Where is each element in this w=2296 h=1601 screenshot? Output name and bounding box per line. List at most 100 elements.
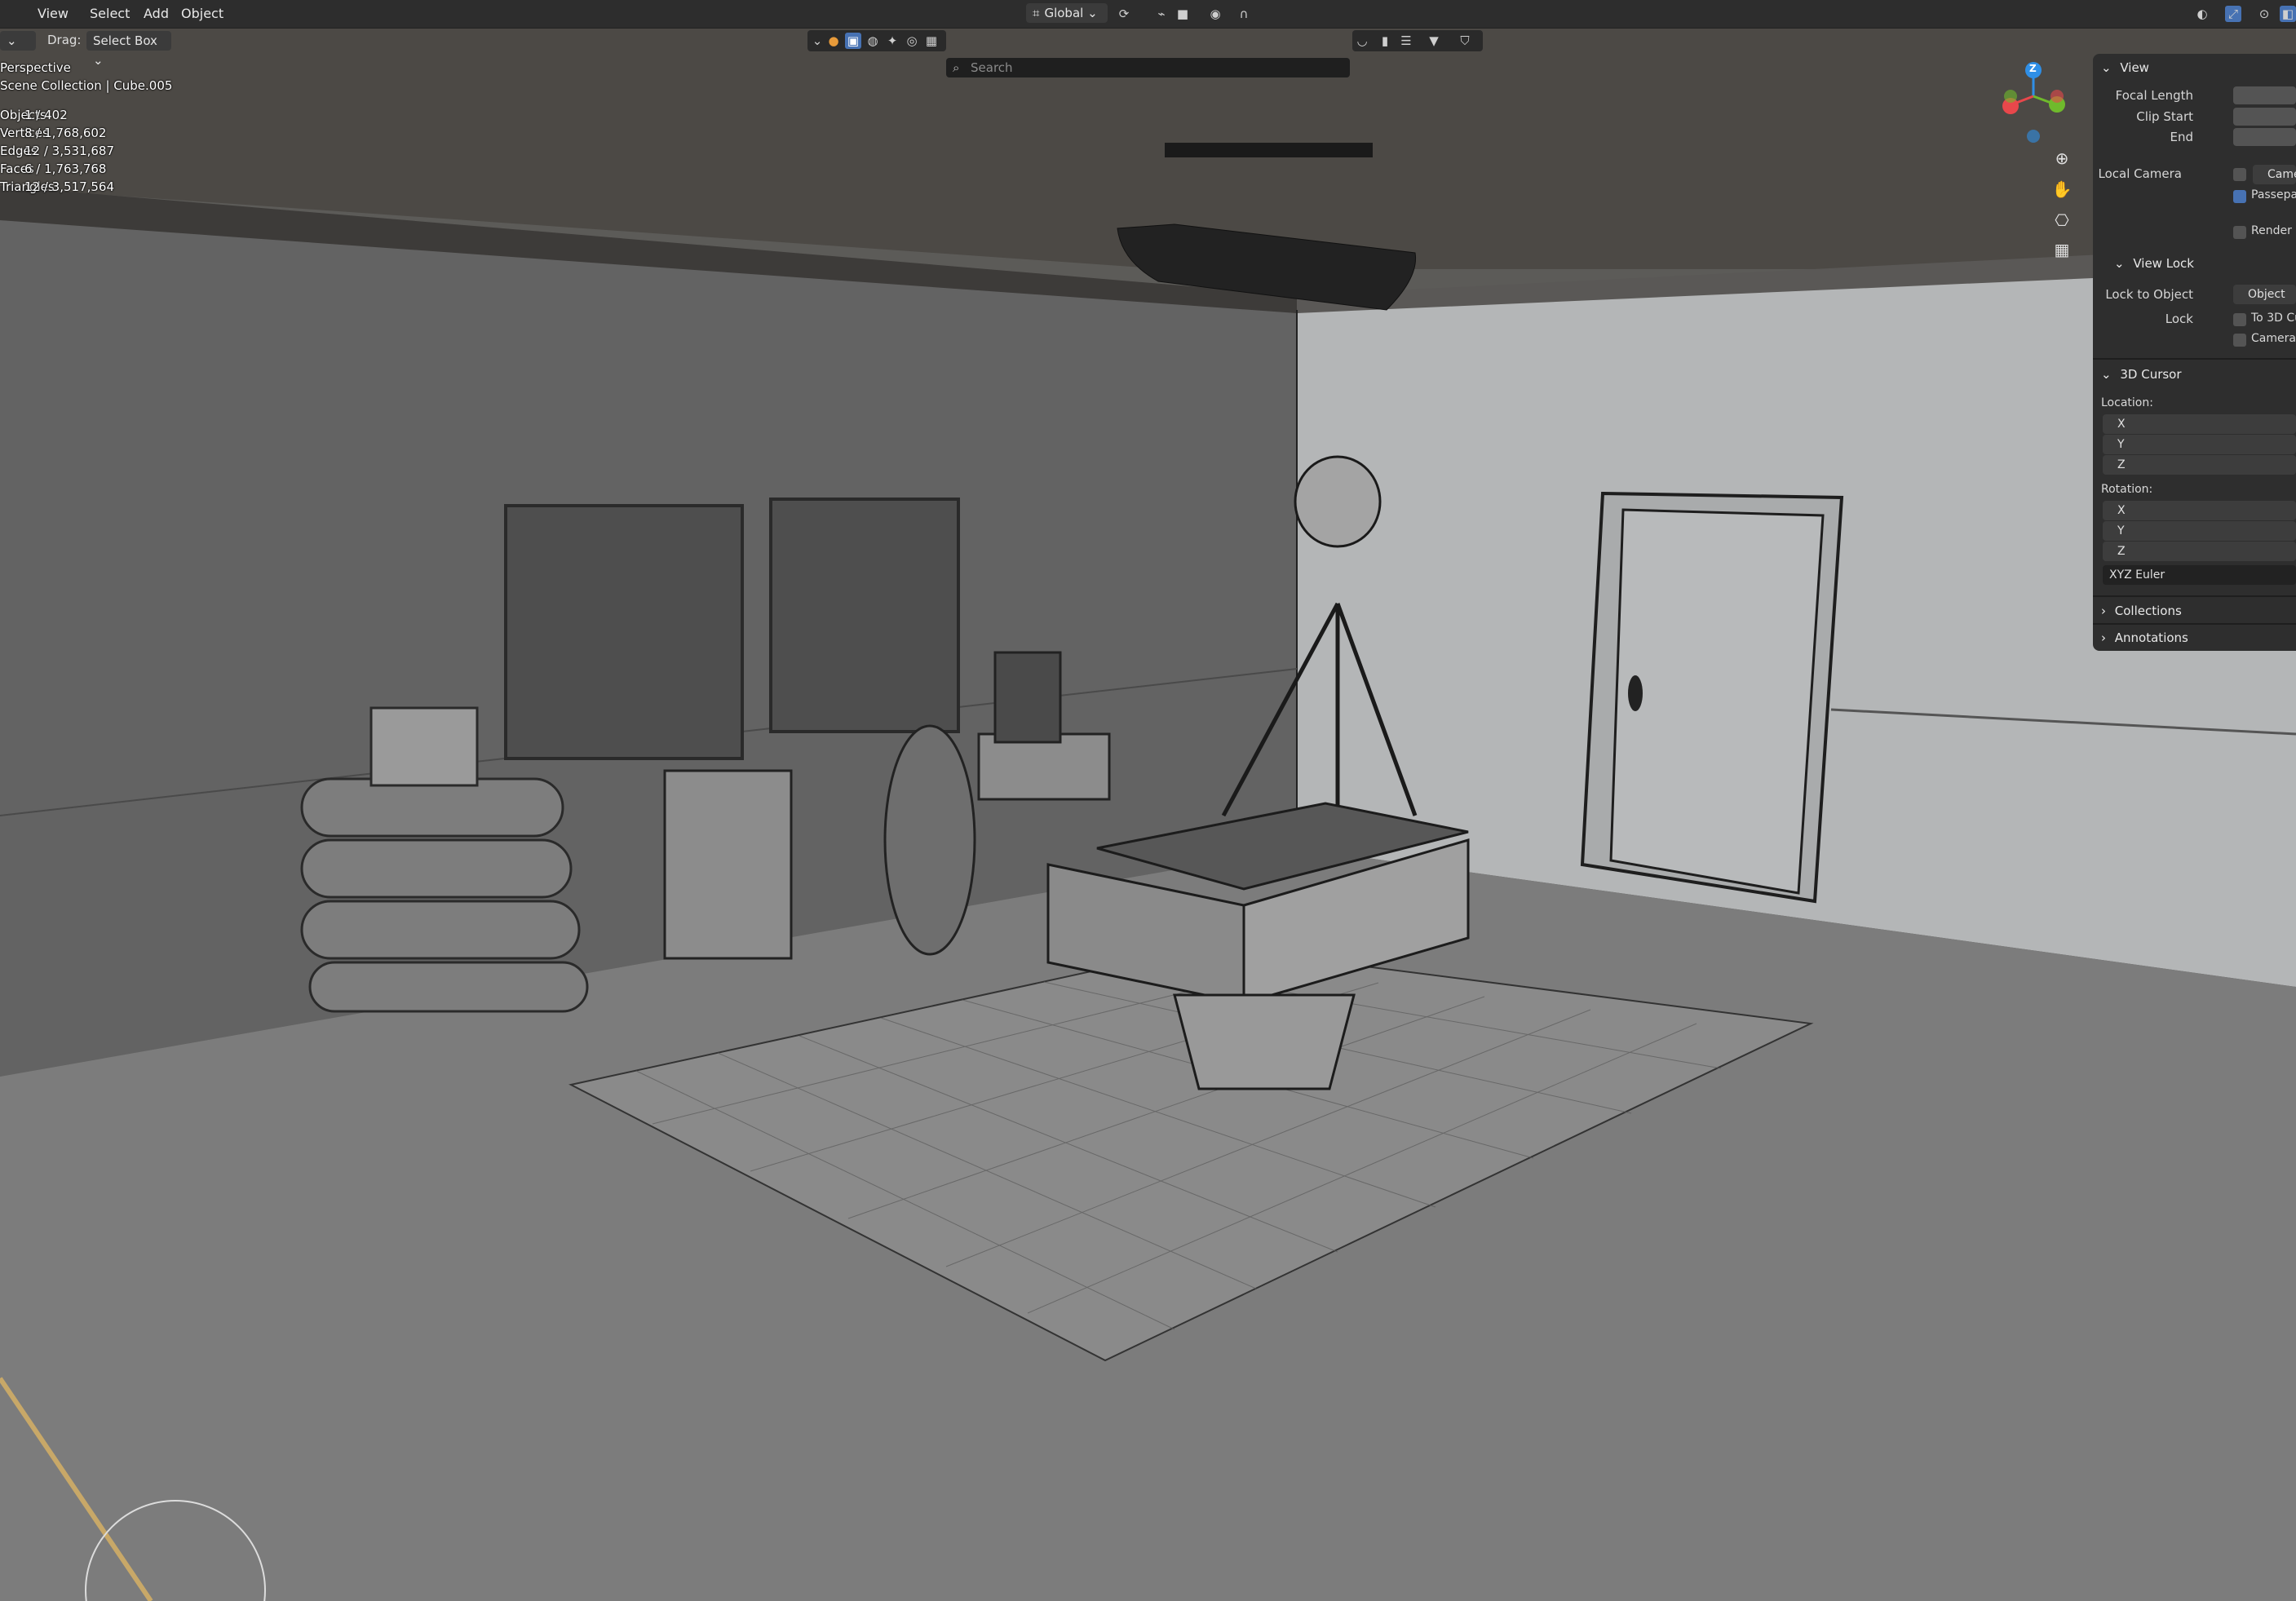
- snap-icon[interactable]: ⌁: [1153, 6, 1170, 22]
- sort-icon[interactable]: ☰: [1398, 33, 1414, 49]
- menu-object[interactable]: Object: [176, 3, 228, 24]
- visibility-icon[interactable]: ◐: [2194, 6, 2210, 22]
- bookmark-icon[interactable]: ▮: [1377, 33, 1393, 49]
- annotations-title: Annotations: [2114, 630, 2188, 645]
- material-ball-icon[interactable]: ●: [825, 33, 842, 49]
- local-camera-field[interactable]: Camera: [2253, 165, 2296, 184]
- rotation-y-field[interactable]: Y: [2103, 521, 2296, 541]
- tool-settings-bar: ⌄ Drag: Select Box ⌄ ⌄ ● ▣ ◍ ✦ ◎ ▦ ⌕ Sea…: [0, 28, 2296, 77]
- overlay-icon[interactable]: ⊙: [2256, 6, 2272, 22]
- drag-mode-value: Select Box: [93, 33, 157, 48]
- to-3d-cursor-checkbox[interactable]: [2233, 313, 2246, 326]
- blender-window: View Select Add Object ⌗ Global ⌄ ⟳ ⌁ ■ ◉…: [0, 0, 2296, 1601]
- snap-target-icon[interactable]: ■: [1175, 6, 1191, 22]
- rotation-label: Rotation:: [2101, 483, 2153, 496]
- rotation-x-field[interactable]: X: [2103, 501, 2296, 520]
- menu-add[interactable]: Add: [139, 3, 174, 24]
- passepartout-checkbox[interactable]: [2233, 190, 2246, 203]
- rotation-mode-dropdown[interactable]: XYZ Euler: [2103, 565, 2296, 585]
- drag-mode-dropdown[interactable]: Select Box ⌄: [86, 31, 171, 68]
- view-lock-header[interactable]: ⌄ View Lock: [2093, 251, 2296, 276]
- divider: [2093, 623, 2296, 625]
- divider: [2093, 595, 2296, 597]
- chevron-down-icon: ⌄: [2101, 367, 2112, 382]
- chevron-down-icon: ⌄: [93, 53, 104, 68]
- zoom-icon[interactable]: ⊕: [2049, 145, 2075, 171]
- menu-view[interactable]: View: [33, 3, 73, 24]
- filter-group: ◡ ▮ ☰ ▼ ⛉: [1352, 30, 1483, 51]
- chevron-right-icon: ›: [2101, 604, 2106, 618]
- focal-length-label: Focal Length: [2115, 88, 2193, 103]
- view-panel-header[interactable]: ⌄ View: [2093, 55, 2296, 80]
- location-x-field[interactable]: X: [2103, 414, 2296, 434]
- location-z-field[interactable]: Z: [2103, 455, 2296, 475]
- wireframe-icon[interactable]: ◍: [865, 33, 881, 49]
- header-bar: View Select Add Object ⌗ Global ⌄ ⟳ ⌁ ■ ◉…: [0, 0, 2296, 29]
- orientation-icon: ⌗: [1033, 6, 1040, 20]
- clip-end-field[interactable]: [2233, 128, 2296, 146]
- axis-label: Z: [2117, 545, 2126, 558]
- navigation-gizmo[interactable]: Z: [1990, 57, 2072, 147]
- gizmo-toggle-icon[interactable]: ⤢: [2225, 6, 2241, 22]
- mode-dropdown[interactable]: ⌄: [0, 31, 36, 51]
- view-panel-title: View: [2120, 60, 2149, 75]
- proportional-editing-icon[interactable]: ◉: [1207, 6, 1223, 22]
- transform-orientation-value: Global: [1044, 6, 1084, 20]
- clip-end-label: End: [2170, 130, 2193, 144]
- window-left: [504, 504, 744, 760]
- xray-icon[interactable]: ◧: [2280, 6, 2296, 22]
- render-region-checkbox[interactable]: [2233, 226, 2246, 239]
- lock-to-object-field[interactable]: Object: [2233, 285, 2296, 304]
- divider: [2093, 358, 2296, 360]
- sidebar-panel: ⌄ View Focal Length Clip Start End Local…: [2093, 54, 2296, 651]
- axis-label: X: [2117, 504, 2126, 517]
- falloff-icon[interactable]: ∩: [1236, 6, 1252, 22]
- rotation-z-field[interactable]: Z: [2103, 542, 2296, 561]
- annotations-panel-header[interactable]: › Annotations: [2093, 626, 2296, 650]
- camera-to-view-checkbox[interactable]: [2233, 334, 2246, 347]
- render-region-label: Render Region: [2251, 224, 2296, 237]
- lock-to-object-label: Lock to Object: [2105, 287, 2193, 302]
- collection-path: Scene Collection | Cube.005: [0, 78, 173, 93]
- camera-filter-icon[interactable]: ✦: [884, 33, 900, 49]
- drag-label: Drag:: [47, 33, 82, 47]
- search-input[interactable]: ⌕ Search: [946, 58, 1350, 77]
- menu-select[interactable]: Select: [85, 3, 135, 24]
- stat-value: 6 / 1,763,768: [24, 161, 107, 176]
- pivot-point-icon[interactable]: ⟳: [1116, 6, 1132, 22]
- select-box-icon[interactable]: ▣: [845, 33, 861, 49]
- grid-filter-icon[interactable]: ▦: [923, 33, 940, 49]
- transform-orientation-dropdown[interactable]: ⌗ Global ⌄: [1026, 3, 1108, 23]
- rotation-mode-value: XYZ Euler: [2109, 568, 2165, 582]
- collapse-icon[interactable]: ◡: [1354, 33, 1370, 49]
- door-handle: [1628, 675, 1643, 711]
- stat-value: 12 / 3,531,687: [24, 144, 115, 158]
- passepartout-label: Passepartout: [2251, 188, 2296, 201]
- camera-view-icon[interactable]: ⎔: [2049, 207, 2075, 233]
- location-label: Location:: [2101, 396, 2153, 409]
- local-camera-checkbox[interactable]: [2233, 168, 2246, 181]
- shield-icon[interactable]: ⛉: [1457, 33, 1473, 49]
- clip-start-field[interactable]: [2233, 108, 2296, 126]
- cursor-panel-header[interactable]: ⌄ 3D Cursor: [2093, 362, 2296, 387]
- location-y-field[interactable]: Y: [2103, 435, 2296, 454]
- chevron-down-icon: ⌄: [1087, 6, 1098, 20]
- local-camera-value: Camera: [2267, 168, 2296, 181]
- axis-label: Y: [2117, 524, 2125, 537]
- gizmo-z-label: Z: [2029, 63, 2037, 74]
- chevron-right-icon: ›: [2101, 630, 2106, 645]
- viewport-3d[interactable]: [0, 28, 2296, 1601]
- axis-label: Z: [2117, 458, 2126, 471]
- hand-pan-icon[interactable]: ✋: [2049, 176, 2075, 202]
- chevron-down-icon[interactable]: ⌄: [809, 33, 825, 49]
- lock-label: Lock: [2165, 312, 2193, 326]
- to-3d-cursor-label: To 3D Cursor: [2251, 312, 2296, 325]
- filter-icon[interactable]: ▼: [1426, 33, 1442, 49]
- light-filter-icon[interactable]: ◎: [904, 33, 920, 49]
- focal-length-field[interactable]: [2233, 86, 2296, 104]
- grid-view-icon[interactable]: ▦: [2049, 237, 2075, 263]
- axis-label: Y: [2117, 438, 2125, 451]
- collections-panel-header[interactable]: › Collections: [2093, 599, 2296, 623]
- local-camera-label: Local Camera: [2098, 166, 2182, 181]
- collections-title: Collections: [2114, 604, 2182, 618]
